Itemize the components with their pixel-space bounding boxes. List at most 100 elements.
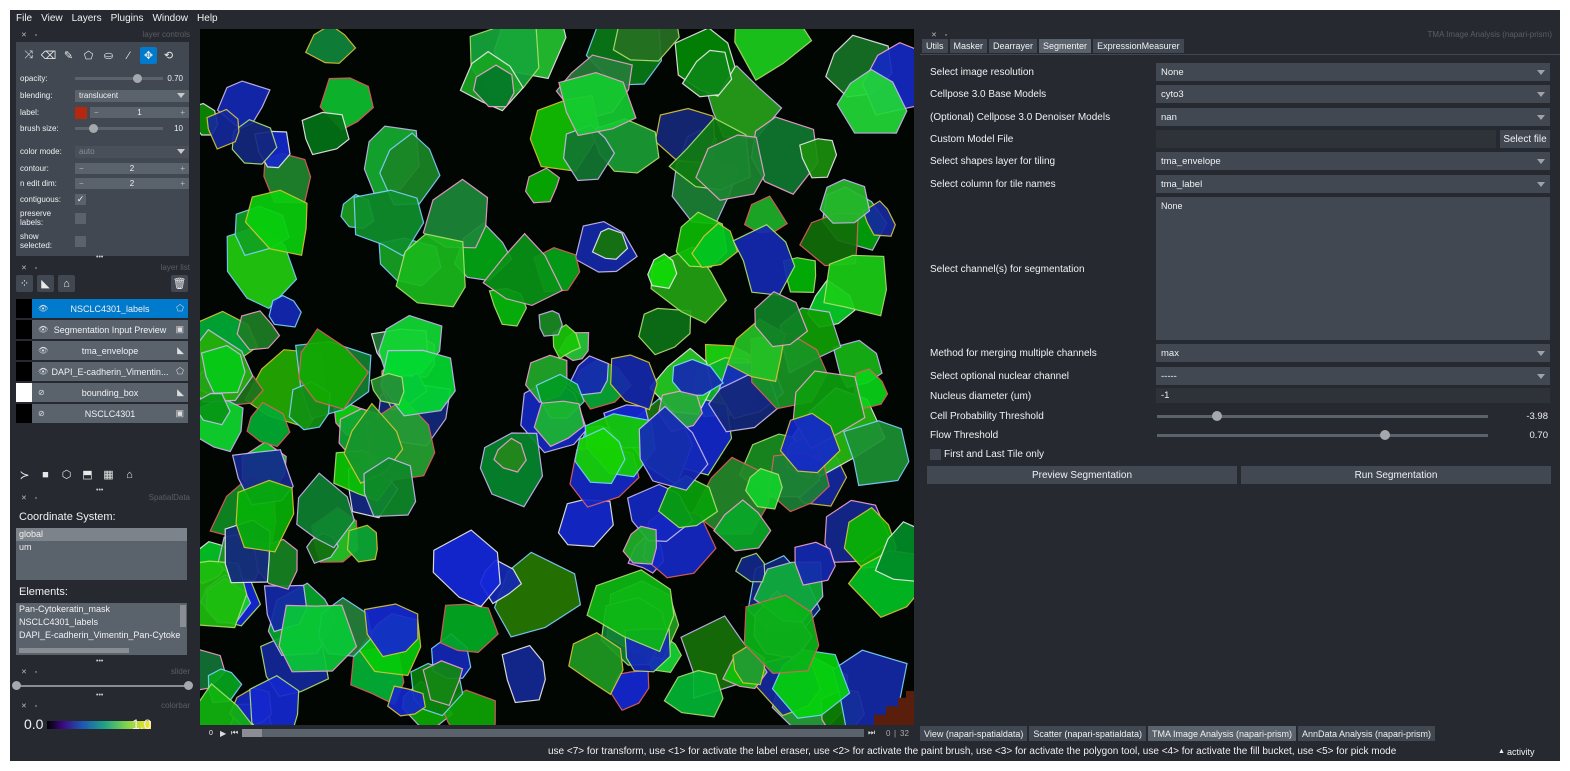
dock-resize-handle[interactable]: ••• — [96, 692, 103, 699]
show-selected-checkbox[interactable] — [75, 235, 86, 247]
plus-icon[interactable]: + — [180, 179, 185, 188]
minus-icon[interactable]: − — [79, 164, 84, 173]
tab-dearrayer[interactable]: Dearrayer — [989, 39, 1038, 53]
fill-bucket-icon[interactable]: ⛀ — [100, 47, 117, 64]
tile-column-select[interactable]: tma_label — [1156, 175, 1550, 193]
new-labels-layer-icon[interactable]: ⌂ — [58, 275, 75, 292]
caret-up-icon[interactable]: ▲ — [1498, 748, 1505, 755]
first-last-tile-checkbox[interactable] — [930, 449, 941, 460]
blending-select[interactable]: translucent — [75, 89, 189, 102]
merge-method-select[interactable]: max — [1156, 344, 1550, 362]
step-back-icon[interactable]: ⏮ — [231, 728, 238, 738]
layer-row[interactable]: 👁 Segmentation Input Preview ▣ — [16, 320, 188, 339]
dims-slider-track[interactable] — [242, 729, 864, 737]
menu-plugins[interactable]: Plugins — [111, 13, 144, 24]
custom-model-path-input[interactable] — [1156, 130, 1496, 148]
range-slider-handle-min[interactable] — [12, 681, 21, 690]
brush-size-slider-handle[interactable] — [88, 124, 98, 133]
contiguous-checkbox[interactable]: ✓ — [75, 194, 86, 205]
tab-segmenter[interactable]: Segmenter — [1039, 39, 1092, 53]
eye-off-icon[interactable]: ⊘ — [38, 388, 45, 397]
delete-layer-icon[interactable]: 🗑 — [171, 275, 188, 292]
coordinate-system-list[interactable]: global um — [16, 528, 187, 580]
console-icon[interactable]: ≻ — [16, 466, 33, 483]
menu-help[interactable]: Help — [197, 13, 218, 24]
element-item[interactable]: Pan-Cytokeratin_mask — [16, 603, 187, 616]
tab-view-spatialdata[interactable]: View (napari-spatialdata) — [920, 726, 1028, 741]
image-canvas[interactable] — [200, 29, 914, 725]
cell-probability-slider[interactable] — [1157, 415, 1488, 418]
play-icon[interactable]: ▶ — [220, 729, 226, 738]
dock-buttons-icon[interactable]: ✕ ▫ — [21, 702, 40, 710]
roll-axes-icon[interactable]: ⬡ — [58, 466, 75, 483]
transform-icon[interactable]: ⤨ — [20, 47, 37, 64]
ndisplay-icon[interactable]: ■ — [37, 466, 54, 483]
dims-slider-handle[interactable] — [242, 729, 262, 737]
menu-file[interactable]: File — [16, 13, 32, 24]
n-edit-dim-spinbox[interactable]: − 2 + — [75, 178, 189, 189]
eye-icon[interactable]: 👁 — [38, 325, 48, 334]
flow-threshold-slider[interactable] — [1157, 434, 1488, 437]
new-shapes-layer-icon[interactable]: ◣ — [37, 275, 54, 292]
eye-off-icon[interactable]: ⊘ — [38, 409, 45, 418]
tab-expressionmeasurer[interactable]: ExpressionMeasurer — [1093, 39, 1184, 53]
dock-resize-handle[interactable]: ••• — [96, 254, 103, 261]
coordinate-system-item[interactable]: um — [16, 541, 187, 554]
cell-probability-slider-handle[interactable] — [1211, 411, 1222, 421]
eye-icon[interactable]: 👁 — [38, 346, 48, 355]
label-spinbox[interactable]: − 1 + — [90, 107, 189, 118]
plus-icon[interactable]: + — [180, 164, 185, 173]
paint-brush-icon[interactable]: ✎ — [60, 47, 77, 64]
eye-icon[interactable]: 👁 — [38, 367, 48, 376]
menu-window[interactable]: Window — [152, 13, 188, 24]
dock-buttons-icon[interactable]: ✕ ▫ — [21, 264, 40, 272]
tab-anndata-analysis[interactable]: AnnData Analysis (napari-prism) — [1298, 726, 1436, 741]
base-model-select[interactable]: cyto3 — [1156, 85, 1550, 103]
polygon-icon[interactable]: ⬠ — [80, 47, 97, 64]
nuclear-channel-select[interactable]: ----- — [1156, 367, 1550, 385]
channels-item[interactable]: None — [1161, 201, 1183, 211]
contour-spinbox[interactable]: − 2 + — [75, 163, 189, 174]
opacity-slider-handle[interactable] — [132, 74, 142, 83]
tab-tma-image-analysis[interactable]: TMA Image Analysis (napari-prism) — [1147, 726, 1296, 741]
horizontal-scrollbar[interactable] — [19, 648, 129, 653]
element-item[interactable]: NSCLC4301_labels — [16, 616, 187, 629]
color-mode-select[interactable]: auto — [75, 145, 189, 158]
layer-row[interactable]: ⊘ bounding_box ◣ — [16, 383, 188, 402]
denoiser-model-select[interactable]: nan — [1156, 108, 1550, 126]
activity-button[interactable]: activity — [1507, 747, 1535, 757]
run-segmentation-button[interactable]: Run Segmentation — [1241, 466, 1551, 484]
dock-buttons-icon[interactable]: ✕ ▫ — [21, 494, 40, 502]
flow-threshold-slider-handle[interactable] — [1380, 430, 1391, 440]
layer-row[interactable]: 👁 DAPI_E-cadherin_Vimentin... ⬠ — [16, 362, 188, 381]
rotate-icon[interactable]: ⟲ — [160, 47, 177, 64]
eye-icon[interactable]: 👁 — [38, 304, 48, 313]
dock-buttons-icon[interactable]: ✕ ▫ — [21, 31, 40, 39]
layer-row[interactable]: ⊘ NSCLC4301 ▣ — [16, 404, 188, 423]
preserve-labels-checkbox[interactable] — [75, 212, 86, 224]
transpose-icon[interactable]: ⬒ — [79, 466, 96, 483]
minus-icon[interactable]: − — [79, 179, 84, 188]
preview-segmentation-button[interactable]: Preview Segmentation — [927, 466, 1237, 484]
tab-utils[interactable]: Utils — [922, 39, 948, 53]
range-slider-track[interactable] — [16, 685, 190, 687]
new-points-layer-icon[interactable]: ⁘ — [16, 275, 33, 292]
grid-icon[interactable]: ▦ — [100, 466, 117, 483]
home-icon[interactable]: ⌂ — [121, 466, 138, 483]
pan-zoom-icon[interactable]: ✥ — [140, 47, 157, 64]
image-resolution-select[interactable]: None — [1156, 63, 1550, 81]
shapes-layer-select[interactable]: tma_envelope — [1156, 152, 1550, 170]
opacity-slider[interactable] — [75, 77, 163, 80]
tab-masker[interactable]: Masker — [949, 39, 988, 53]
menu-view[interactable]: View — [41, 13, 63, 24]
vertical-scrollbar[interactable] — [180, 605, 186, 627]
layer-row[interactable]: 👁 tma_envelope ◣ — [16, 341, 188, 360]
element-item[interactable]: DAPI_E-cadherin_Vimentin_Pan-Cytoke — [16, 629, 187, 642]
dock-buttons-icon[interactable]: ✕ ▫ — [21, 668, 40, 676]
dock-resize-handle[interactable]: ••• — [96, 658, 103, 665]
menu-layers[interactable]: Layers — [72, 13, 102, 24]
tab-scatter-spatialdata[interactable]: Scatter (napari-spatialdata) — [1029, 726, 1146, 741]
channels-list[interactable]: None — [1156, 197, 1550, 340]
minus-icon[interactable]: − — [94, 108, 99, 117]
range-slider-handle-max[interactable] — [184, 681, 193, 690]
